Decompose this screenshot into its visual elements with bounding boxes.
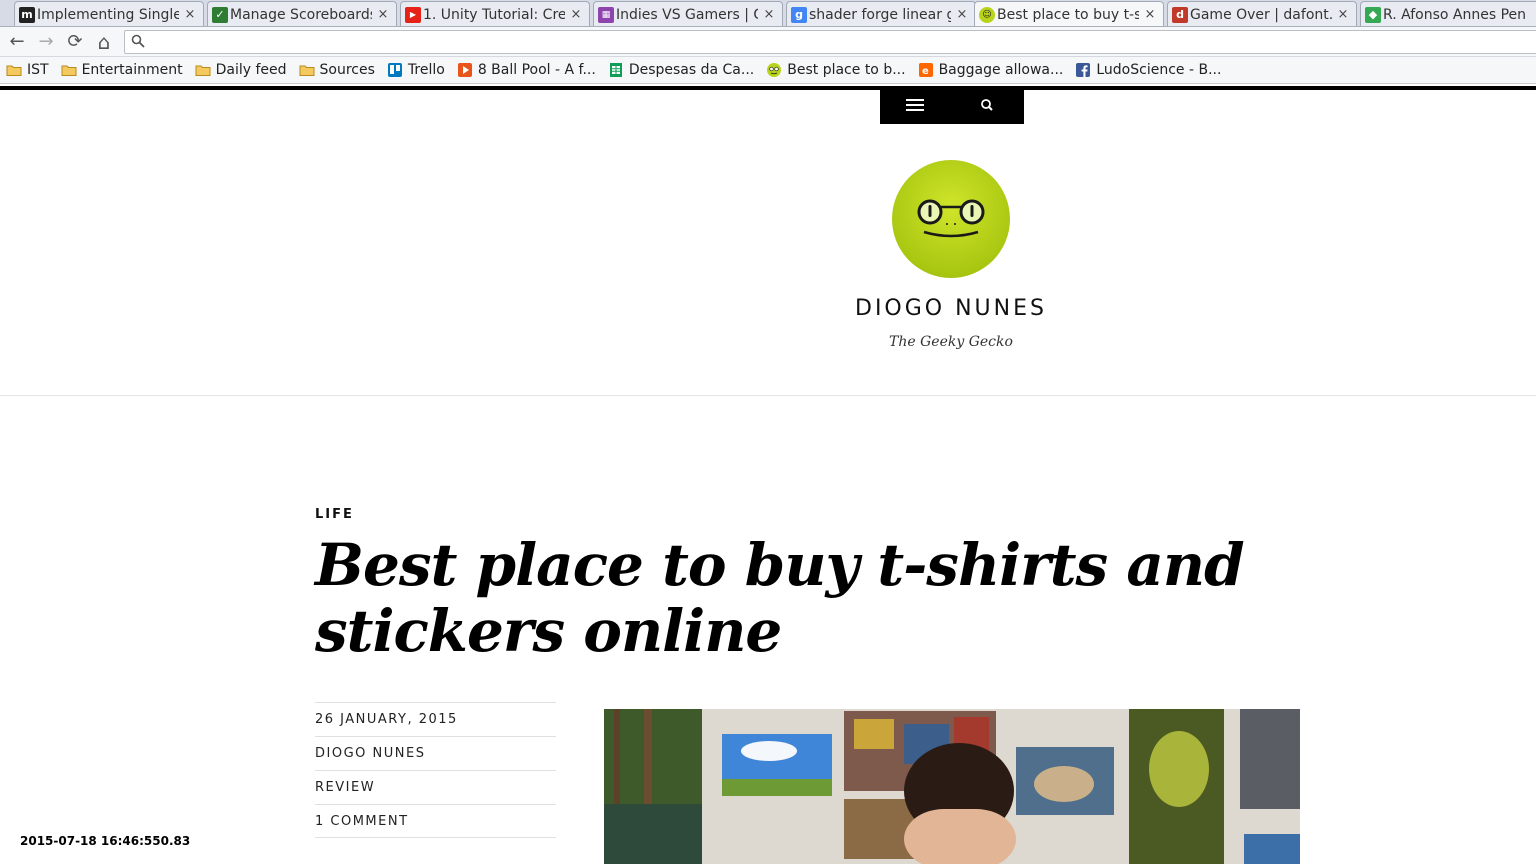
tab-title: Manage Scoreboards: [230, 6, 372, 23]
tab-title: Game Over | dafont.c: [1190, 6, 1332, 23]
bookmark-best-place[interactable]: Best place to b...: [766, 62, 906, 78]
post-meta: 26 JANUARY, 2015 DIOGO NUNES REVIEW 1 CO…: [315, 702, 556, 838]
post-category-link[interactable]: LIFE: [315, 507, 354, 522]
header-divider: [0, 395, 1536, 396]
tab-5[interactable]: ☺ Best place to buy t-sh ×: [974, 1, 1164, 26]
folder-icon: [195, 65, 211, 76]
tab-title: Indies VS Gamers | G: [616, 6, 758, 23]
facebook-icon: [1076, 63, 1091, 77]
bookmark-label: Trello: [407, 62, 445, 78]
forward-button[interactable]: →: [35, 31, 57, 53]
dafont-icon: d: [1172, 7, 1188, 23]
trello-icon: [387, 63, 402, 77]
bookmark-entertainment[interactable]: Entertainment: [61, 62, 183, 78]
google-icon: g: [791, 7, 807, 23]
close-icon[interactable]: ×: [376, 7, 390, 22]
tab-title: Implementing Single: [37, 6, 179, 23]
bookmark-label: Despesas da Ca...: [628, 62, 755, 78]
search-icon: [131, 34, 145, 48]
gecko-icon: ☺: [979, 7, 995, 23]
post-title: Best place to buy t-shirts and stickers …: [315, 531, 1245, 665]
bookmark-ist[interactable]: IST: [6, 62, 49, 78]
tab-0[interactable]: m Implementing Single ×: [14, 1, 204, 26]
bookmark-label: LudoScience - B...: [1096, 62, 1222, 78]
play-icon: [457, 63, 472, 77]
gecko-icon: [767, 63, 782, 77]
bookmark-baggage[interactable]: e Baggage allowa...: [918, 62, 1064, 78]
search-toggle-button[interactable]: [952, 86, 1024, 124]
bookmark-label: Entertainment: [81, 62, 183, 78]
post-comments-link[interactable]: 1 COMMENT: [315, 804, 556, 838]
reload-button[interactable]: ⟳: [64, 31, 86, 53]
site-logo[interactable]: [892, 160, 1010, 278]
close-icon[interactable]: ×: [1336, 7, 1350, 22]
easyjet-icon: e: [918, 63, 933, 77]
folder-icon: [6, 65, 22, 76]
tab-2[interactable]: ▶ 1. Unity Tutorial: Cre ×: [400, 1, 590, 26]
bookmark-label: Best place to b...: [787, 62, 906, 78]
svg-text:e: e: [922, 66, 929, 77]
menu-toggle-button[interactable]: [880, 86, 952, 124]
header-tools: [880, 86, 1024, 124]
bookmarks-bar: IST Entertainment Daily feed Sources Tre…: [0, 57, 1536, 84]
tab-title: shader forge linear g: [809, 6, 951, 23]
bookmark-label: IST: [27, 62, 49, 78]
scoreboard-icon: ✓: [212, 7, 228, 23]
indies-icon: ▦: [598, 7, 614, 23]
close-icon[interactable]: ×: [1143, 7, 1157, 22]
bookmark-despesas[interactable]: Despesas da Ca...: [608, 62, 754, 78]
medium-icon: m: [19, 7, 35, 23]
tab-title: R. Afonso Annes Pen: [1383, 6, 1526, 23]
tab-4[interactable]: g shader forge linear g ×: [786, 1, 976, 26]
home-button[interactable]: ⌂: [93, 31, 115, 53]
timestamp-overlay: 2015-07-18 16:46:550.83: [20, 834, 191, 848]
back-button[interactable]: ←: [6, 31, 28, 53]
site-title[interactable]: DIOGO NUNES: [760, 296, 1142, 321]
hamburger-icon: [906, 99, 924, 111]
browser-toolbar: ← → ⟳ ⌂: [0, 27, 1536, 57]
close-icon[interactable]: ×: [183, 7, 197, 22]
bookmark-label: Sources: [319, 62, 375, 78]
bookmark-label: Baggage allowa...: [938, 62, 1064, 78]
bookmark-label: 8 Ball Pool - A f...: [477, 62, 596, 78]
close-icon[interactable]: ×: [569, 7, 583, 22]
featured-image: [604, 709, 1300, 864]
search-icon: [981, 99, 993, 111]
bookmark-sources[interactable]: Sources: [299, 62, 375, 78]
bookmark-daily-feed[interactable]: Daily feed: [195, 62, 287, 78]
sheets-icon: [609, 63, 622, 77]
bookmark-label: Daily feed: [215, 62, 287, 78]
post-tag-link[interactable]: REVIEW: [315, 770, 556, 804]
post-author-link[interactable]: DIOGO NUNES: [315, 736, 556, 770]
tab-6[interactable]: d Game Over | dafont.c ×: [1167, 1, 1357, 26]
bookmark-ludoscience[interactable]: LudoScience - B...: [1075, 62, 1221, 78]
close-icon[interactable]: ×: [762, 7, 776, 22]
maps-icon: ◆: [1365, 7, 1381, 23]
tab-1[interactable]: ✓ Manage Scoreboards ×: [207, 1, 397, 26]
address-bar[interactable]: [124, 30, 1536, 54]
tab-title: Best place to buy t-sh: [997, 6, 1139, 23]
close-icon[interactable]: ×: [955, 7, 969, 22]
youtube-icon: ▶: [405, 7, 421, 23]
bookmark-8-ball-pool[interactable]: 8 Ball Pool - A f...: [457, 62, 596, 78]
tab-title: 1. Unity Tutorial: Cre: [423, 6, 565, 23]
bookmark-trello[interactable]: Trello: [387, 62, 445, 78]
post-date-link[interactable]: 26 JANUARY, 2015: [315, 702, 556, 736]
tab-7[interactable]: ◆ R. Afonso Annes Pen: [1360, 1, 1536, 26]
page-top-bar: [0, 86, 1536, 90]
site-tagline: The Geeky Gecko: [889, 334, 1013, 350]
tab-strip: m Implementing Single × ✓ Manage Scorebo…: [0, 0, 1536, 27]
tab-3[interactable]: ▦ Indies VS Gamers | G ×: [593, 1, 783, 26]
folder-icon: [61, 65, 77, 76]
folder-icon: [299, 65, 315, 76]
